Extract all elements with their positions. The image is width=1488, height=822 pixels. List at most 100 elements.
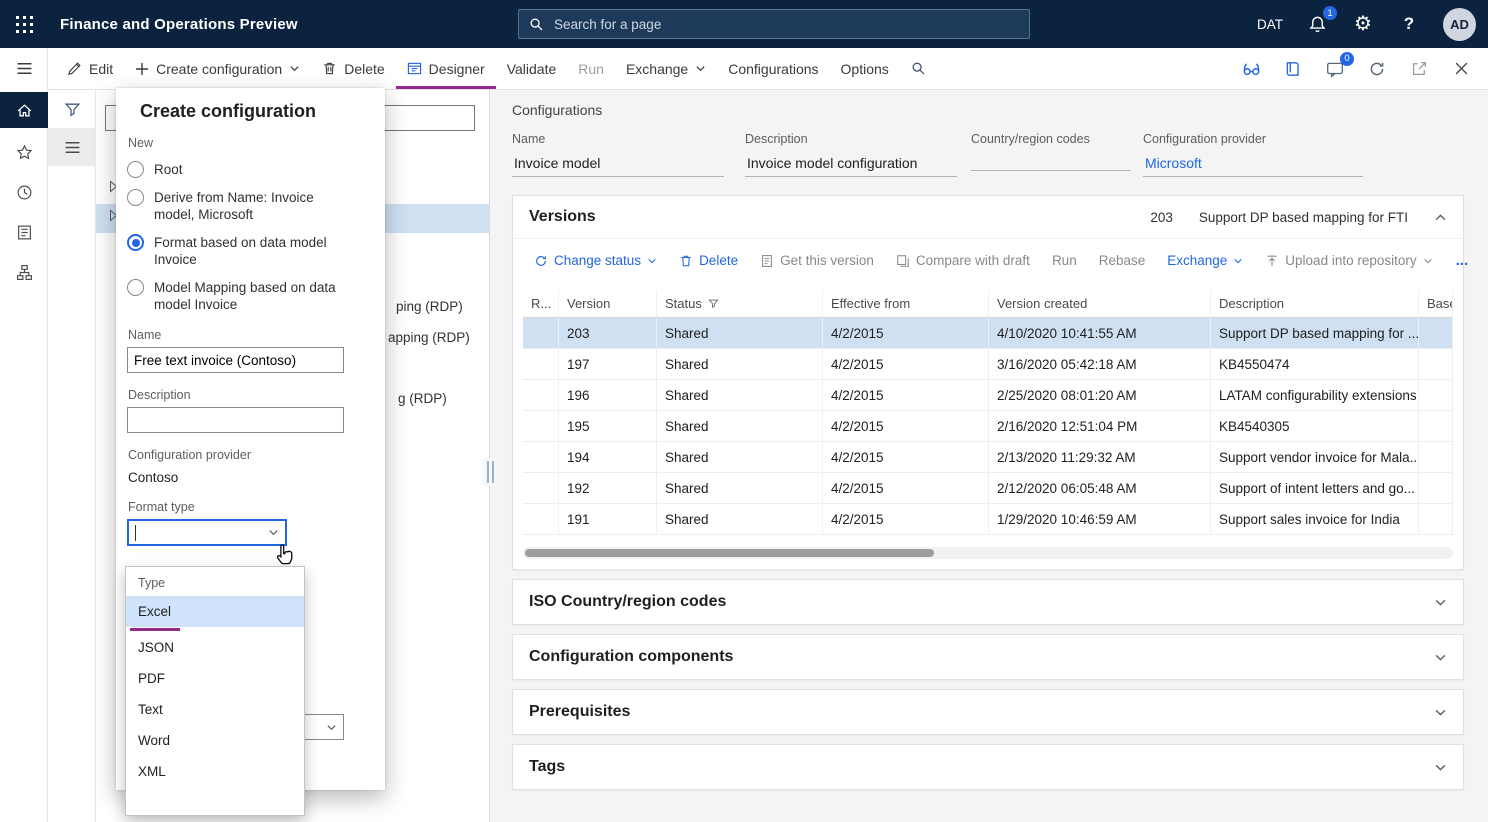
view-glasses-button[interactable]: [1240, 58, 1262, 80]
change-status-button[interactable]: Change status: [523, 253, 668, 268]
help-button[interactable]: ?: [1397, 12, 1421, 36]
chevron-down-icon[interactable]: [1434, 706, 1447, 719]
field-value[interactable]: [971, 153, 1131, 171]
create-configuration-button[interactable]: Create configuration: [124, 48, 311, 89]
section-prerequisites[interactable]: Prerequisites: [512, 689, 1464, 735]
chevron-down-icon: [647, 256, 657, 266]
provider-link[interactable]: Microsoft: [1143, 153, 1363, 177]
nav-rail: [0, 48, 48, 822]
exchange-version-menu[interactable]: Exchange: [1156, 253, 1254, 268]
refresh-button[interactable]: [1366, 58, 1388, 80]
dropdown-option-json[interactable]: JSON: [126, 632, 304, 663]
validate-button[interactable]: Validate: [496, 48, 568, 89]
column-header-record[interactable]: R...: [523, 290, 559, 317]
horizontal-scrollbar[interactable]: [523, 547, 1453, 559]
dropdown-option-excel[interactable]: Excel: [126, 596, 304, 627]
chevron-down-icon[interactable]: [1434, 651, 1447, 664]
column-header-effective-from[interactable]: Effective from: [823, 290, 989, 317]
open-in-new-window-button[interactable]: [1408, 58, 1430, 80]
dropdown-option-word[interactable]: Word: [126, 725, 304, 756]
chevron-down-icon[interactable]: [326, 722, 337, 733]
field-label: Configuration provider: [1143, 132, 1363, 146]
chevron-up-icon[interactable]: [1434, 211, 1447, 224]
close-button[interactable]: [1450, 58, 1472, 80]
tree-item-label[interactable]: apping (RDP): [388, 330, 470, 345]
section-iso-country-codes[interactable]: ISO Country/region codes: [512, 579, 1464, 625]
command-search-button[interactable]: [900, 48, 937, 89]
delete-button[interactable]: Delete: [311, 48, 395, 89]
table-row[interactable]: 197 Shared 4/2/2015 3/16/2020 05:42:18 A…: [523, 349, 1453, 380]
tree-list-toggle-button[interactable]: [48, 128, 96, 166]
tree-filter-button[interactable]: [48, 90, 96, 128]
tree-item-label[interactable]: ping (RDP): [396, 299, 463, 314]
exchange-menu[interactable]: Exchange: [615, 48, 717, 89]
page-title: Configurations: [512, 102, 1464, 118]
task-guide-button[interactable]: [1282, 58, 1304, 80]
dropdown-option-xml[interactable]: XML: [126, 756, 304, 787]
get-this-version-button[interactable]: Get this version: [749, 253, 885, 268]
column-header-version-created[interactable]: Version created: [989, 290, 1211, 317]
radio-root[interactable]: Root: [127, 161, 369, 178]
chevron-down-icon[interactable]: [1434, 761, 1447, 774]
table-row[interactable]: 203 Shared 4/2/2015 4/10/2020 10:41:55 A…: [523, 318, 1453, 349]
description-input[interactable]: [127, 407, 344, 433]
topbar-search[interactable]: [518, 9, 1030, 39]
table-row[interactable]: 191 Shared 4/2/2015 1/29/2020 10:46:59 A…: [523, 504, 1453, 535]
dropdown-option-text[interactable]: Text: [126, 694, 304, 725]
versions-header[interactable]: Versions 203 Support DP based mapping fo…: [513, 196, 1463, 238]
chevron-down-icon: [1423, 256, 1433, 266]
section-tags[interactable]: Tags: [512, 744, 1464, 790]
panel-splitter-handle[interactable]: [483, 458, 497, 486]
column-header-status[interactable]: Status: [657, 290, 823, 317]
column-header-description[interactable]: Description: [1211, 290, 1419, 317]
section-configuration-components[interactable]: Configuration components: [512, 634, 1464, 680]
chevron-down-icon[interactable]: [268, 527, 279, 538]
table-row[interactable]: 194 Shared 4/2/2015 2/13/2020 11:29:32 A…: [523, 442, 1453, 473]
column-header-version[interactable]: Version: [559, 290, 657, 317]
field-name: Name Invoice model: [512, 132, 724, 177]
avatar[interactable]: AD: [1443, 8, 1476, 41]
settings-button[interactable]: ⚙: [1351, 12, 1375, 36]
field-value[interactable]: Invoice model: [512, 153, 724, 177]
dropdown-option-pdf[interactable]: PDF: [126, 663, 304, 694]
delete-version-button[interactable]: Delete: [668, 253, 749, 268]
table-header-row: R... Version Status Effective from Versi…: [523, 290, 1453, 318]
notifications-button[interactable]: 1: [1305, 12, 1329, 36]
radio-format-based[interactable]: Format based on data model Invoice: [127, 234, 369, 268]
compare-with-draft-button[interactable]: Compare with draft: [885, 253, 1041, 268]
column-header-base[interactable]: Base: [1419, 290, 1453, 317]
nav-hierarchy-button[interactable]: [0, 252, 48, 292]
nav-forms-button[interactable]: [0, 212, 48, 252]
filter-icon[interactable]: [708, 298, 719, 309]
rebase-button[interactable]: Rebase: [1088, 253, 1157, 268]
run-version-button[interactable]: Run: [1041, 253, 1088, 268]
tree-toolbar-rail: [48, 90, 96, 822]
nav-menu-button[interactable]: [0, 48, 48, 88]
messages-button[interactable]: 0: [1324, 58, 1346, 80]
nav-home-button[interactable]: [0, 92, 48, 128]
configurations-menu[interactable]: Configurations: [717, 48, 829, 89]
search-input[interactable]: [552, 16, 1019, 33]
name-input[interactable]: [127, 347, 344, 373]
scrollbar-thumb[interactable]: [525, 549, 934, 557]
form-icon: [16, 224, 33, 241]
field-value[interactable]: Invoice model configuration: [745, 153, 957, 177]
format-type-combobox[interactable]: [127, 519, 287, 546]
tree-item-label[interactable]: g (RDP): [398, 391, 447, 406]
table-row[interactable]: 196 Shared 4/2/2015 2/25/2020 08:01:20 A…: [523, 380, 1453, 411]
upload-into-repository-menu[interactable]: Upload into repository: [1254, 253, 1443, 268]
options-menu[interactable]: Options: [830, 48, 900, 89]
app-launcher-button[interactable]: [0, 0, 48, 48]
radio-model-mapping-based[interactable]: Model Mapping based on data model Invoic…: [127, 279, 369, 313]
chevron-down-icon[interactable]: [1434, 596, 1447, 609]
more-commands-button[interactable]: ...: [1444, 252, 1481, 269]
table-row[interactable]: 195 Shared 4/2/2015 2/16/2020 12:51:04 P…: [523, 411, 1453, 442]
edit-button[interactable]: Edit: [56, 48, 124, 89]
row-selector-cell: [523, 380, 559, 410]
nav-favorites-button[interactable]: [0, 132, 48, 172]
run-button[interactable]: Run: [567, 48, 615, 89]
table-row[interactable]: 192 Shared 4/2/2015 2/12/2020 06:05:48 A…: [523, 473, 1453, 504]
designer-tab[interactable]: Designer: [396, 48, 496, 89]
nav-recent-button[interactable]: [0, 172, 48, 212]
radio-derive-from-name[interactable]: Derive from Name: Invoice model, Microso…: [127, 189, 369, 223]
